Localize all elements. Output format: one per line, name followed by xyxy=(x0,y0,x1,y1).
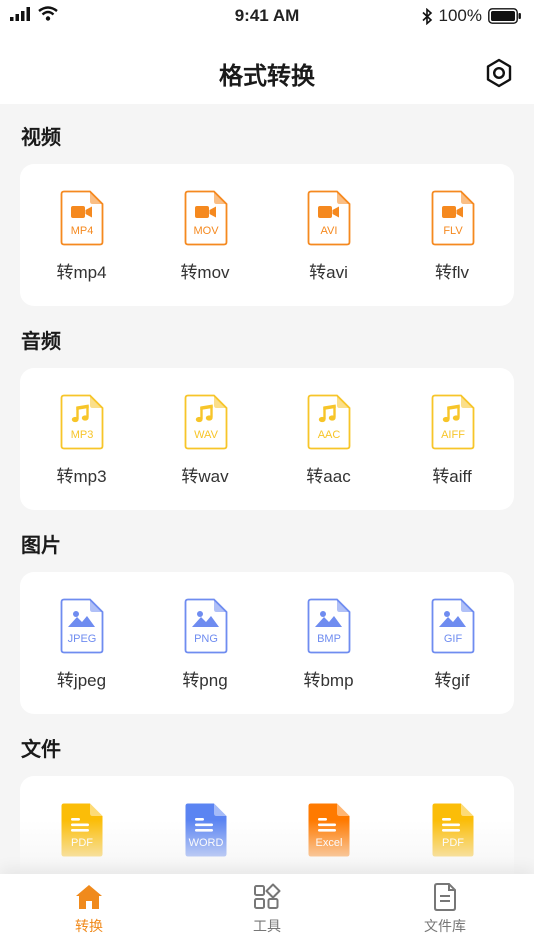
convert-tile-label: 转aiff xyxy=(432,467,472,486)
convert-tile-label: 转jpeg xyxy=(56,671,107,690)
conversion-list: 视频 MP4 转mp4 MOV 转mov AVI 转avi FLV 转flv 音频 MP3 转mp3 W… xyxy=(0,104,534,874)
format-badge: JPEG xyxy=(68,633,97,645)
file-video-icon: FLV xyxy=(431,190,474,246)
convert-tile[interactable]: GIF 转gif xyxy=(391,572,514,714)
file-image-icon: GIF xyxy=(431,598,474,654)
convert-tile-label: 转png xyxy=(182,671,228,690)
format-badge: AAC xyxy=(318,429,341,441)
section-card-video: MP4 转mp4 MOV 转mov AVI 转avi FLV 转flv xyxy=(20,164,514,306)
format-badge: MP3 xyxy=(71,429,94,441)
page-title: 格式转换 xyxy=(219,63,315,90)
convert-tile[interactable]: PNG 转png xyxy=(144,572,267,714)
battery-icon xyxy=(488,8,521,24)
file-audio-icon: MP3 xyxy=(60,394,104,450)
convert-tile[interactable]: MP3 转mp3 xyxy=(20,368,143,510)
file-video-icon: MP4 xyxy=(60,190,104,246)
apps-grid-icon xyxy=(254,883,281,909)
status-right: 100% xyxy=(421,6,522,26)
tab-bar: 转换 工具 文件库 xyxy=(0,874,534,950)
format-badge: WAV xyxy=(194,429,218,441)
section-title: 视频 xyxy=(21,127,61,149)
format-badge: FLV xyxy=(443,225,463,237)
home-icon xyxy=(76,885,102,909)
convert-tile[interactable]: MOV 转mov xyxy=(144,164,267,306)
convert-tile-label: 转flv xyxy=(435,263,469,282)
format-badge: AIFF xyxy=(441,429,465,441)
convert-tile[interactable]: FLV 转flv xyxy=(391,164,514,306)
tab-0[interactable]: 转换 xyxy=(0,874,178,950)
format-badge: PNG xyxy=(194,633,218,645)
convert-tile[interactable]: AAC 转aac xyxy=(267,368,390,510)
battery-percent: 100% xyxy=(438,6,482,25)
file-video-icon: AVI xyxy=(307,190,351,246)
convert-tile[interactable]: AVI 转avi xyxy=(267,164,390,306)
file-video-icon: MOV xyxy=(184,190,227,246)
convert-tile-label: 转gif xyxy=(434,671,470,690)
section-title: 图片 xyxy=(21,535,61,557)
file-audio-icon: AIFF xyxy=(431,394,474,450)
convert-tile[interactable]: WAV 转wav xyxy=(144,368,267,510)
tab-label: 工具 xyxy=(253,918,281,934)
section-card-audio: MP3 转mp3 WAV 转wav AAC 转aac AIFF 转aiff xyxy=(20,368,514,510)
bluetooth-icon xyxy=(421,7,432,25)
tab-label: 转换 xyxy=(75,918,103,934)
file-image-icon: PNG xyxy=(184,598,227,654)
convert-tile-label: 转mov xyxy=(180,263,230,282)
convert-tile-label: 转aac xyxy=(306,467,351,486)
convert-tile-label: 转avi xyxy=(309,263,348,282)
file-image-icon: JPEG xyxy=(60,598,104,654)
section-title: 音频 xyxy=(21,331,61,353)
format-badge: MP4 xyxy=(71,225,94,237)
convert-tile[interactable]: MP4 转mp4 xyxy=(20,164,143,306)
format-badge: AVI xyxy=(321,225,338,237)
tab-label: 文件库 xyxy=(424,918,466,934)
section-title: 文件 xyxy=(21,739,61,761)
settings-hexagon-icon[interactable] xyxy=(484,58,514,88)
convert-tile-label: 转mp3 xyxy=(56,467,107,486)
convert-tile[interactable]: JPEG 转jpeg xyxy=(20,572,143,714)
tab-1[interactable]: 工具 xyxy=(178,874,356,950)
format-badge: MOV xyxy=(193,225,219,237)
nav-bar: 格式转换 xyxy=(0,32,534,104)
tab-2[interactable]: 文件库 xyxy=(356,874,534,950)
file-audio-icon: AAC xyxy=(307,394,351,450)
document-icon xyxy=(434,883,456,911)
convert-tile-label: 转bmp xyxy=(303,671,354,690)
section-card-image: JPEG 转jpeg PNG 转png BMP 转bmp GIF 转gif xyxy=(20,572,514,714)
file-audio-icon: WAV xyxy=(184,394,227,450)
scroll-fade xyxy=(0,820,534,874)
format-badge: BMP xyxy=(317,633,341,645)
status-bar: 9:41 AM 100% xyxy=(0,0,534,32)
convert-tile-label: 转wav xyxy=(181,467,229,486)
format-badge: GIF xyxy=(443,633,462,645)
convert-tile[interactable]: AIFF 转aiff xyxy=(391,368,514,510)
file-image-icon: BMP xyxy=(307,598,351,654)
convert-tile-label: 转mp4 xyxy=(56,263,107,282)
convert-tile[interactable]: BMP 转bmp xyxy=(267,572,390,714)
